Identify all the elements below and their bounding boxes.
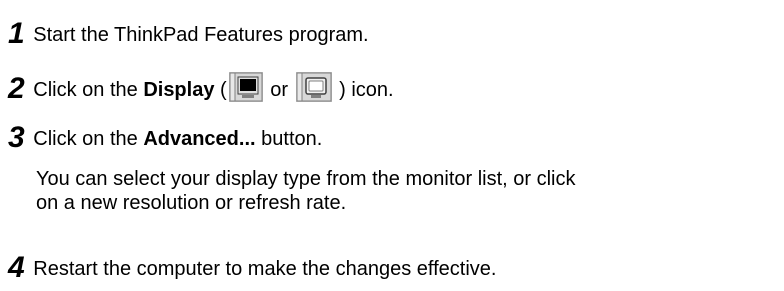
step-text-prefix: Click on the bbox=[33, 128, 144, 150]
step-3: 3 Click on the Advanced... button. bbox=[8, 121, 323, 154]
display-label: Display bbox=[143, 79, 215, 101]
open-paren: ( bbox=[214, 79, 227, 101]
step-3-note: You can select your display type from th… bbox=[36, 167, 576, 215]
step-number: 3 bbox=[8, 121, 25, 154]
step-4: 4 Restart the computer to make the chang… bbox=[8, 251, 497, 284]
display-lcd-icon bbox=[295, 72, 332, 110]
step-text-suffix: button. bbox=[255, 128, 323, 150]
step-number: 4 bbox=[8, 251, 25, 284]
step-1: 1 Start the ThinkPad Features program. bbox=[8, 17, 369, 50]
display-monitor-icon bbox=[228, 72, 263, 110]
step-text: Start the ThinkPad Features program. bbox=[33, 24, 369, 46]
note-line: on a new resolution or refresh rate. bbox=[36, 192, 347, 214]
close-paren-text: ) icon. bbox=[333, 79, 394, 101]
step-2: 2 Click on the Display ( or ) icon. bbox=[8, 72, 394, 110]
note-line: You can select your display type from th… bbox=[36, 168, 576, 190]
or-text: or bbox=[264, 79, 294, 101]
step-number: 1 bbox=[8, 17, 25, 50]
advanced-label: Advanced... bbox=[143, 128, 256, 150]
instruction-document: 1 Start the ThinkPad Features program. 2… bbox=[0, 0, 784, 291]
step-number: 2 bbox=[8, 72, 25, 105]
step-text: Restart the computer to make the changes… bbox=[33, 258, 497, 280]
step-text-prefix: Click on the bbox=[33, 79, 144, 101]
